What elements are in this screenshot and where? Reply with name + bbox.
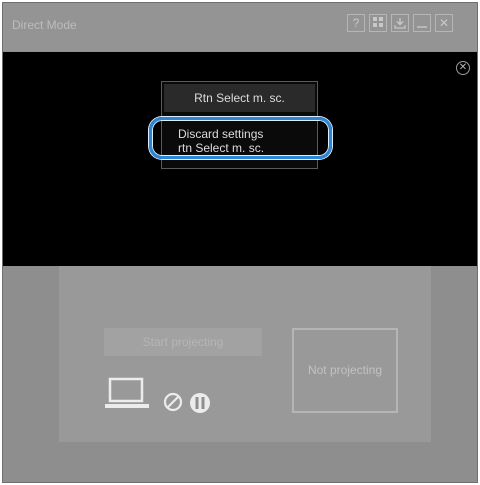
app-window: Direct Mode ? ✕ Start projecting Not pro… xyxy=(2,2,478,483)
window-title: Direct Mode xyxy=(12,18,77,32)
focus-highlight xyxy=(149,117,332,159)
minimize-button[interactable] xyxy=(413,14,431,32)
question-icon: ? xyxy=(352,16,360,30)
grid-button[interactable] xyxy=(369,14,387,32)
laptop-icon xyxy=(105,377,149,408)
overlay-close-button[interactable]: ✕ xyxy=(456,61,470,75)
close-button[interactable]: ✕ xyxy=(435,14,453,32)
no-signal-icon xyxy=(163,392,183,412)
menu-item-return-select[interactable]: Rtn Select m. sc. xyxy=(164,84,315,112)
download-icon xyxy=(394,18,406,29)
close-icon: ✕ xyxy=(438,16,450,30)
download-button[interactable] xyxy=(391,14,409,32)
title-bar: Direct Mode ? ✕ xyxy=(3,3,477,51)
grid-icon xyxy=(373,17,383,27)
mute-icon xyxy=(190,393,210,413)
minimize-icon xyxy=(417,26,427,28)
start-projecting-button[interactable]: Start projecting xyxy=(104,328,262,356)
help-button[interactable]: ? xyxy=(347,14,365,32)
circle-close-icon: ✕ xyxy=(458,62,468,73)
projection-status: Not projecting xyxy=(292,328,398,413)
